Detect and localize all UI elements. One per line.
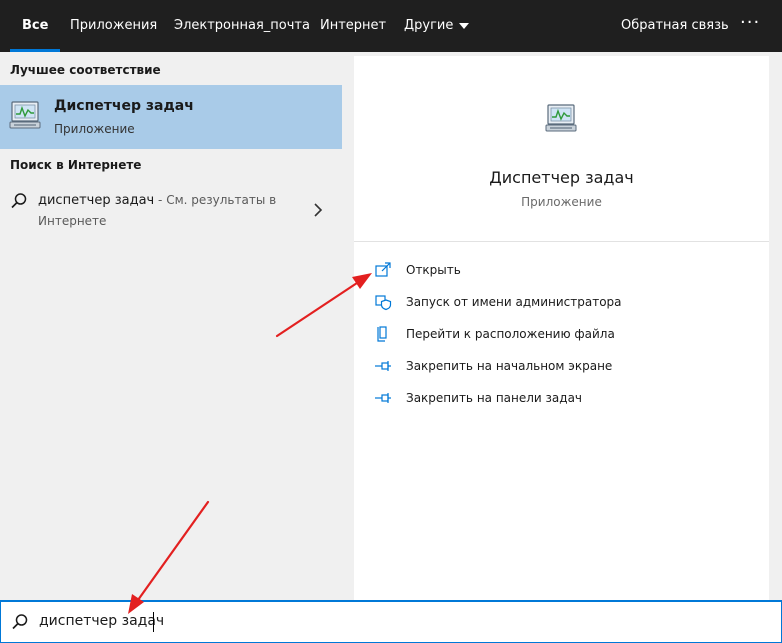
action-label: Закрепить на панели задач (406, 391, 583, 405)
preview-title: Диспетчер задач (489, 168, 634, 187)
best-match-subtitle: Приложение (54, 122, 135, 136)
action-label: Открыть (406, 263, 461, 277)
tab-email[interactable]: Электронная_почта (174, 0, 310, 52)
pin-icon (375, 361, 391, 371)
tab-apps[interactable]: Приложения (70, 0, 157, 52)
tab-more[interactable]: Другие (404, 0, 470, 52)
best-match-item[interactable]: Диспетчер задач Приложение (0, 85, 342, 149)
task-manager-icon (545, 104, 577, 132)
action-run-as-admin[interactable]: Запуск от имени администратора (374, 290, 754, 316)
feedback-label: Обратная связь (621, 18, 729, 33)
task-manager-icon (9, 101, 41, 129)
action-label: Перейти к расположению файла (406, 327, 615, 341)
action-label: Запуск от имени администратора (406, 295, 622, 309)
tab-web[interactable]: Интернет (320, 0, 386, 52)
web-search-header: Поиск в Интернете (10, 158, 142, 172)
chevron-right-icon[interactable] (312, 202, 324, 218)
tab-label: Интернет (320, 18, 387, 33)
search-input[interactable] (39, 609, 639, 633)
tab-label: Электронная_почта (174, 18, 310, 33)
preview-subtitle: Приложение (521, 195, 602, 209)
action-open[interactable]: Открыть (374, 258, 754, 284)
chevron-down-icon (459, 22, 470, 29)
action-pin-to-taskbar[interactable]: Закрепить на панели задач (374, 386, 754, 412)
search-icon (12, 614, 28, 630)
tab-label: Все (22, 18, 49, 33)
action-pin-to-start[interactable]: Закрепить на начальном экране (374, 354, 754, 380)
shield-icon (375, 295, 392, 311)
text-caret (153, 612, 154, 632)
pin-icon (375, 393, 391, 403)
feedback-button[interactable]: Обратная связь (621, 0, 729, 52)
results-panel: Лучшее соответствие Диспетчер задач Прил… (0, 52, 342, 600)
web-search-result[interactable]: диспетчер задач - См. результаты в Интер… (0, 182, 342, 242)
more-icon: ··· (740, 12, 761, 33)
action-open-file-location[interactable]: Перейти к расположению файла (374, 322, 754, 348)
search-bar[interactable] (0, 600, 782, 643)
file-location-icon (377, 326, 387, 342)
tab-label: Другие (404, 18, 454, 33)
best-match-header: Лучшее соответствие (10, 63, 161, 77)
web-result-query: диспетчер задач (38, 193, 155, 208)
divider (354, 241, 769, 242)
action-label: Закрепить на начальном экране (406, 359, 613, 373)
web-result-text: диспетчер задач - См. результаты в Интер… (38, 190, 278, 232)
tab-all[interactable]: Все (10, 0, 61, 52)
search-icon (11, 193, 27, 209)
top-nav: Все Приложения Электронная_почта Интерне… (0, 0, 782, 52)
more-options-button[interactable]: ··· (740, 0, 760, 52)
tab-label: Приложения (70, 18, 158, 33)
preview-panel: Диспетчер задач Приложение Открыть Запус… (354, 56, 769, 600)
open-icon (375, 262, 391, 277)
best-match-title: Диспетчер задач (54, 98, 194, 114)
